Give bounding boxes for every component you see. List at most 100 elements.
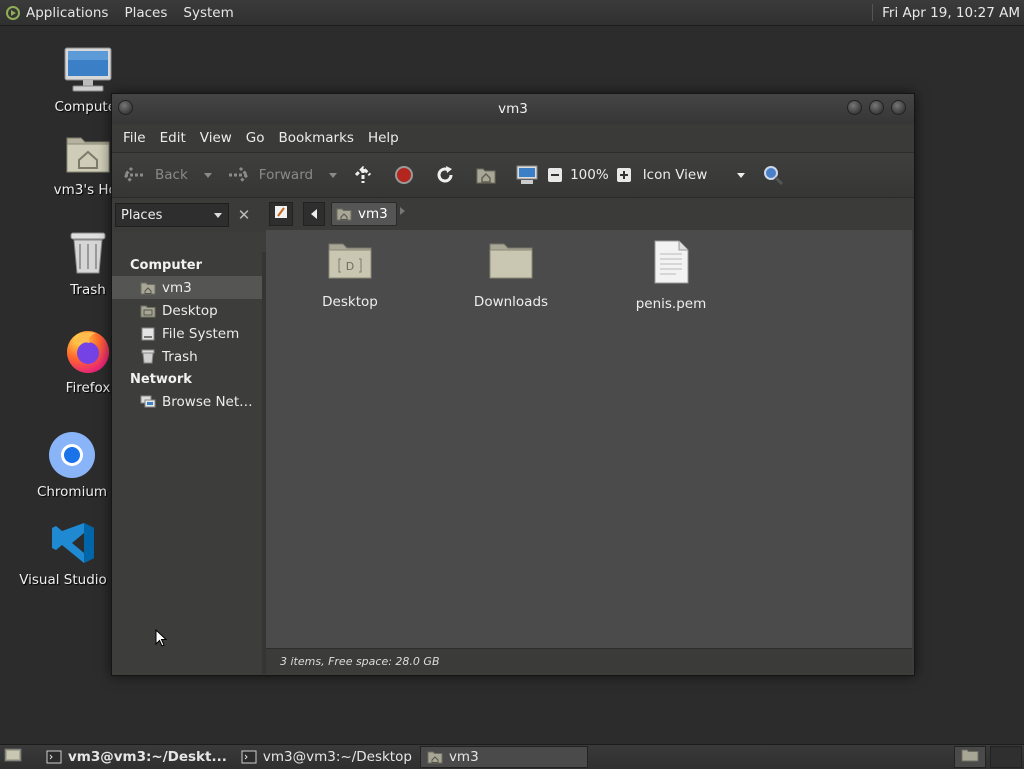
chevron-down-icon: [214, 212, 222, 218]
taskbar-file-manager[interactable]: vm3: [419, 746, 588, 768]
clock-area: Fri Apr 19, 10:27 AM: [872, 0, 1024, 25]
sidebar-item-vm3[interactable]: vm3: [112, 276, 262, 299]
breadcrumb-label: vm3: [358, 206, 388, 222]
desktop-icon-label: Chromium: [36, 484, 108, 500]
menu-view[interactable]: View: [193, 130, 239, 146]
clock[interactable]: Fri Apr 19, 10:27 AM: [882, 5, 1024, 21]
taskbar-terminal-2[interactable]: vm3@vm3:~/Desktop: [235, 746, 418, 768]
terminal-icon: [241, 749, 257, 765]
breadcrumb-scroll-left[interactable]: [303, 202, 325, 226]
top-panel: Applications Places System Fri Apr 19, 1…: [0, 0, 1024, 26]
trash-icon: [140, 349, 156, 365]
menu-go[interactable]: Go: [239, 130, 272, 146]
arrow-right-icon: [226, 163, 250, 187]
window-title: vm3: [498, 101, 528, 117]
arrow-up-icon: [351, 163, 375, 187]
computer-icon: [515, 163, 539, 187]
sidebar-heading-network: Network: [130, 371, 192, 387]
minimize-button[interactable]: [847, 100, 862, 115]
taskbar-label: vm3@vm3:~/Deskt...: [68, 749, 227, 765]
zoom-in-button[interactable]: [616, 168, 631, 182]
menu-help[interactable]: Help: [361, 130, 406, 146]
sidebar-item-desktop[interactable]: Desktop: [112, 299, 262, 322]
chevron-right-icon: [400, 207, 405, 215]
zoom-out-icon: [548, 168, 563, 182]
menu-file[interactable]: File: [116, 130, 153, 146]
text-file-icon: [651, 240, 691, 288]
chromium-icon: [47, 430, 97, 480]
sidebar-item-label: Desktop: [162, 302, 218, 319]
back-history-dropdown[interactable]: [203, 172, 212, 178]
workspace-icon: [961, 748, 979, 766]
forward-button[interactable]: Forward: [226, 163, 313, 187]
close-side-pane-button[interactable]: ✕: [232, 203, 256, 227]
close-button[interactable]: [891, 100, 906, 115]
panel-separator: [872, 4, 874, 21]
home-button[interactable]: [474, 163, 498, 187]
stop-button[interactable]: [392, 163, 416, 187]
menu-edit[interactable]: Edit: [153, 130, 193, 146]
workspace-switcher[interactable]: [954, 746, 986, 768]
chevron-down-icon: [329, 172, 338, 178]
applications-menu[interactable]: Applications: [0, 0, 116, 25]
file-manager-window: vm3 File Edit View Go Bookmarks Help Bac…: [111, 93, 915, 676]
home-icon: [336, 207, 352, 221]
up-button[interactable]: [351, 163, 375, 187]
folder-icon: [488, 240, 534, 286]
mouse-cursor-icon: [155, 628, 168, 651]
toolbar: Back Forward 100% Icon View: [112, 152, 914, 198]
applications-menu-label: Applications: [26, 4, 109, 21]
menubar: File Edit View Go Bookmarks Help: [112, 124, 914, 152]
drive-icon: [140, 326, 156, 342]
window-menu-button[interactable]: [118, 100, 133, 115]
breadcrumb-scroll-right[interactable]: [400, 207, 405, 215]
sidebar-item-browse-network[interactable]: Browse Net…: [112, 390, 262, 413]
file-name: penis.pem: [635, 296, 707, 312]
side-pane-select[interactable]: Places: [115, 203, 229, 227]
back-label: Back: [155, 167, 188, 183]
reload-icon: [433, 163, 457, 187]
search-button[interactable]: [761, 163, 785, 187]
vscode-icon: [49, 518, 99, 568]
view-mode-select[interactable]: Icon View: [643, 167, 747, 183]
places-menu[interactable]: Places: [116, 0, 175, 25]
taskbar-label: vm3@vm3:~/Desktop: [262, 749, 412, 765]
breadcrumb-vm3[interactable]: vm3: [331, 202, 397, 226]
maximize-button[interactable]: [869, 100, 884, 115]
titlebar[interactable]: vm3: [112, 94, 914, 124]
view-mode-label: Icon View: [642, 167, 708, 183]
file-manager-icon: [427, 749, 443, 765]
file-view[interactable]: D Desktop Downloads penis.pem: [266, 230, 912, 648]
zoom-level[interactable]: 100%: [570, 167, 609, 183]
show-desktop-button[interactable]: [0, 746, 26, 768]
reload-button[interactable]: [433, 163, 457, 187]
desktop-icon-label: Trash: [70, 282, 106, 298]
back-button[interactable]: Back: [122, 163, 188, 187]
system-menu[interactable]: System: [175, 0, 241, 25]
zoom-out-button[interactable]: [548, 168, 563, 182]
taskbar-terminal-1[interactable]: vm3@vm3:~/Deskt...: [40, 746, 233, 768]
home-folder-icon: [63, 128, 113, 178]
sidebar-item-file-system[interactable]: File System: [112, 322, 262, 345]
sidebar-item-label: Browse Net…: [162, 393, 253, 410]
workspace-2[interactable]: [990, 746, 1022, 768]
firefox-icon: [63, 326, 113, 376]
forward-history-dropdown[interactable]: [329, 172, 338, 178]
close-icon: ✕: [237, 206, 251, 224]
file-item-pem[interactable]: penis.pem: [611, 240, 731, 312]
location-bar: Places ✕ vm3: [112, 198, 914, 232]
file-item-downloads[interactable]: Downloads: [451, 240, 571, 310]
edit-icon: [274, 205, 288, 223]
sidebar-item-label: vm3: [162, 279, 192, 296]
svg-text:D: D: [346, 260, 354, 273]
chevron-left-icon: [311, 209, 317, 219]
workspace-area: [954, 746, 1024, 768]
arrow-left-icon: [122, 163, 146, 187]
menu-bookmarks[interactable]: Bookmarks: [272, 130, 361, 146]
computer-button[interactable]: [515, 163, 539, 187]
sidebar-item-trash[interactable]: Trash: [112, 345, 262, 368]
side-pane-label: Places: [121, 207, 163, 223]
file-item-desktop[interactable]: D Desktop: [290, 240, 410, 310]
sidebar-heading-computer: Computer: [130, 257, 203, 273]
toggle-location-entry-button[interactable]: [269, 202, 293, 226]
